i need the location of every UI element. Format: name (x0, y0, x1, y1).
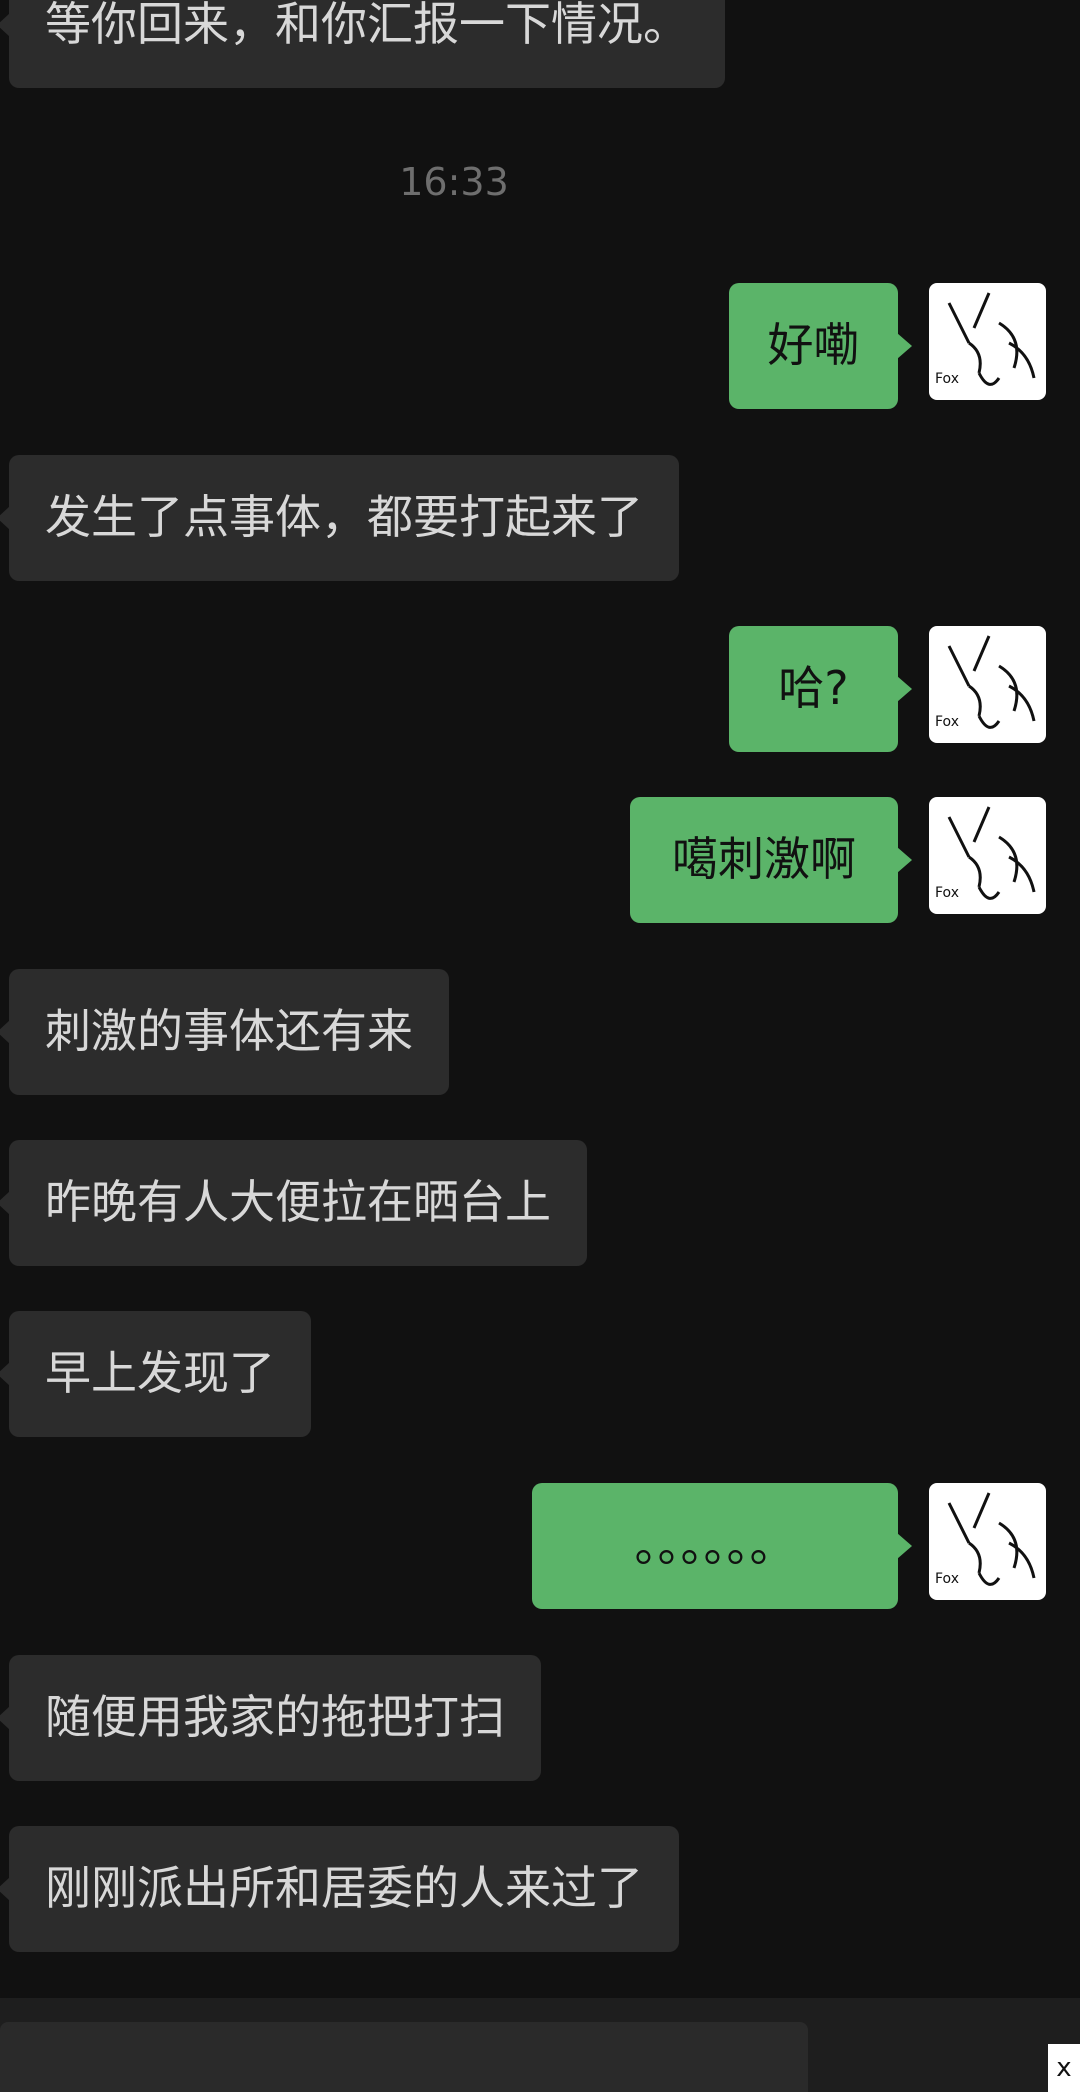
message-outgoing[interactable]: 噶刺激啊 (630, 797, 912, 923)
avatar-label: Fox (935, 1571, 959, 1587)
timestamp: 16:33 (399, 160, 509, 204)
avatar[interactable]: Fox (929, 797, 1046, 914)
chat-view[interactable]: 等你回来，和你汇报一下情况。 16:33 好嘞 Fox 发生了点事体，都要打起来… (0, 0, 1080, 2092)
message-text: 等你回来，和你汇报一下情况。 (45, 0, 689, 52)
fox-sketch-icon: Fox (935, 635, 1036, 730)
message-incoming[interactable]: 发生了点事体，都要打起来了 (0, 455, 679, 581)
message-text: 刺激的事体还有来 (45, 1004, 413, 1059)
avatar[interactable]: Fox (929, 283, 1046, 400)
message-text: 好嘞 (767, 318, 860, 373)
message-text: 噶刺激啊 (672, 832, 856, 887)
avatar-label: Fox (935, 371, 959, 387)
avatar[interactable]: Fox (929, 1483, 1046, 1600)
message-text: 早上发现了 (45, 1346, 275, 1401)
message-text: 。。。。。。 (634, 1518, 796, 1573)
message-text: 发生了点事体，都要打起来了 (45, 490, 643, 545)
message-incoming[interactable]: 随便用我家的拖把打扫 (0, 1655, 541, 1781)
message-text: 哈? (778, 661, 849, 716)
message-text: 刚刚派出所和居委的人来过了 (45, 1861, 643, 1916)
avatar-label: Fox (935, 714, 959, 730)
avatar[interactable]: Fox (929, 626, 1046, 743)
fox-sketch-icon: Fox (935, 292, 1036, 387)
avatar-label: Fox (935, 885, 959, 901)
fox-sketch-icon: Fox (935, 806, 1036, 901)
message-text: 昨晚有人大便拉在晒台上 (45, 1175, 551, 1230)
close-button[interactable]: x (1048, 2044, 1080, 2092)
message-incoming[interactable]: 刺激的事体还有来 (0, 969, 449, 1095)
message-input[interactable] (0, 2022, 808, 2092)
message-text: 随便用我家的拖把打扫 (45, 1690, 505, 1745)
message-outgoing[interactable]: 哈? (729, 626, 912, 752)
message-incoming[interactable]: 昨晚有人大便拉在晒台上 (0, 1140, 587, 1266)
message-incoming[interactable]: 刚刚派出所和居委的人来过了 (0, 1826, 679, 1952)
message-incoming[interactable]: 等你回来，和你汇报一下情况。 (0, 0, 725, 88)
fox-sketch-icon: Fox (935, 1492, 1036, 1587)
message-outgoing[interactable]: 。。。。。。 (532, 1483, 912, 1609)
message-incoming[interactable]: 早上发现了 (0, 1311, 311, 1437)
message-outgoing[interactable]: 好嘞 (729, 283, 912, 409)
